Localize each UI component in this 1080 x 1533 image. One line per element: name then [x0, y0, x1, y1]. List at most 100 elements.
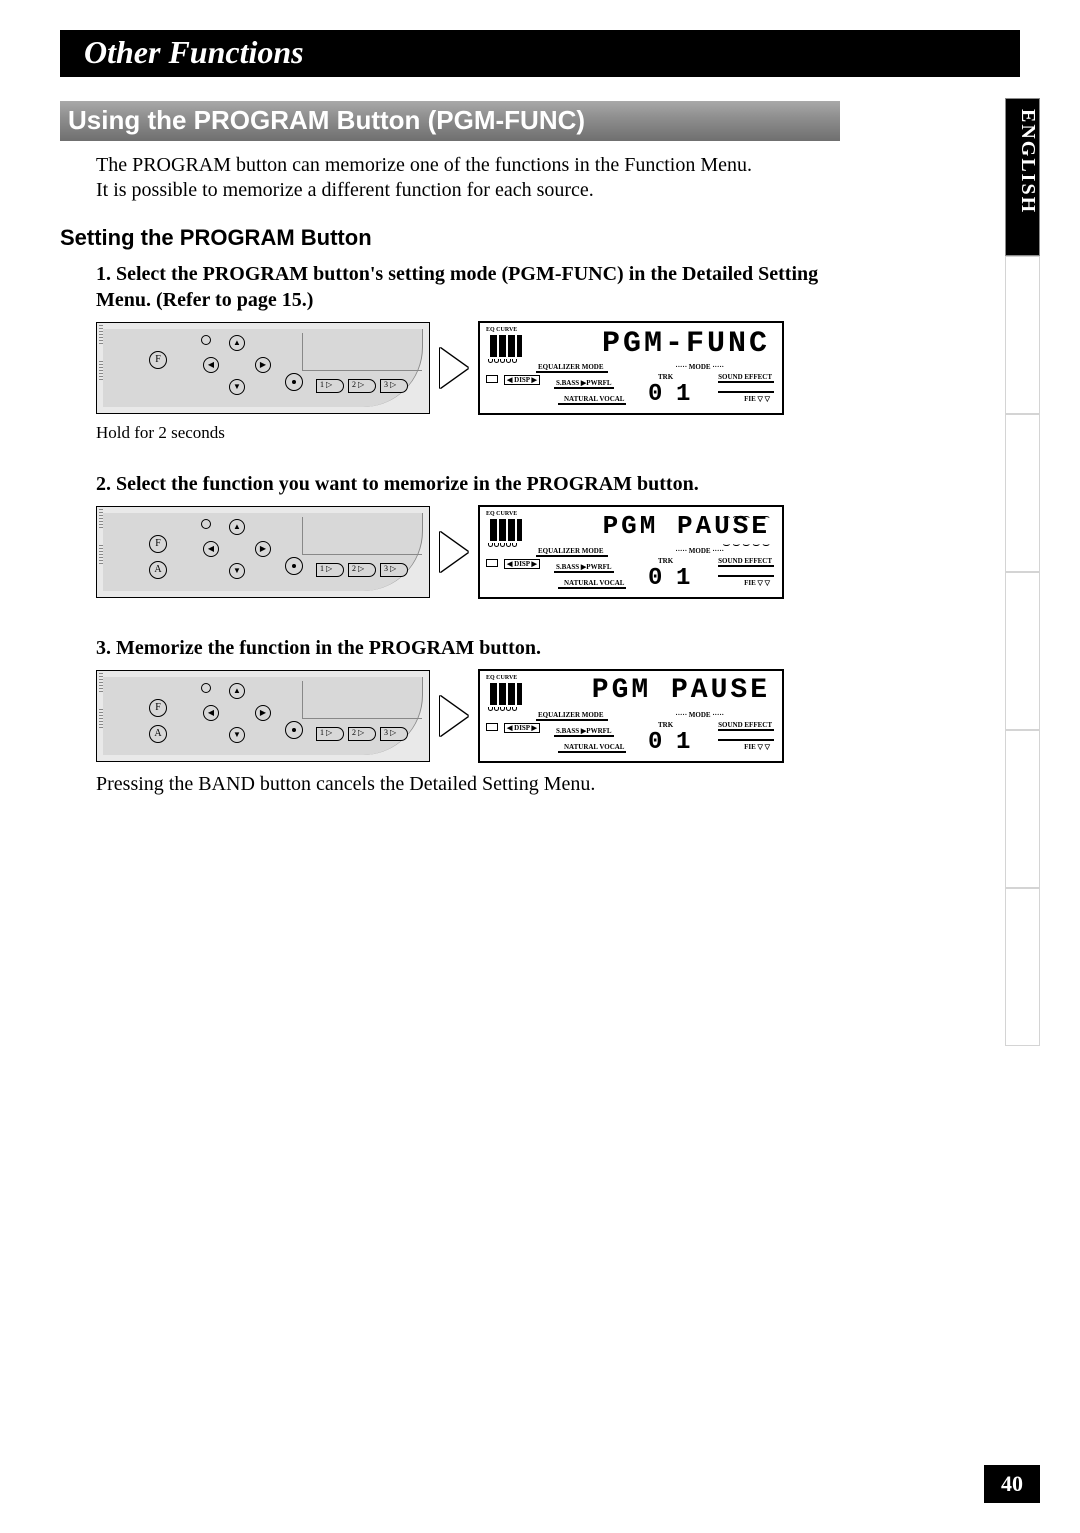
lcd-disp-icon: ◀ DISP ▶ — [504, 723, 540, 733]
dpad-down-icon: ▼ — [229, 727, 245, 743]
a-button-icon: A — [149, 561, 167, 579]
preset-buttons: 1 ▷ 2 ▷ 3 ▷ — [316, 727, 408, 741]
preset-buttons: 1 ▷ 2 ▷ 3 ▷ — [316, 379, 408, 393]
lcd-scallop-icon — [488, 359, 517, 363]
step-3: 3. Memorize the function in the PROGRAM … — [96, 635, 840, 661]
preset-3-icon: 3 ▷ — [380, 563, 408, 577]
lcd-natural-vocal: NATURAL VOCAL — [564, 743, 624, 751]
lcd-bars-icon — [490, 335, 522, 357]
dpad-icon: ▲ ▼ ◀ ▶ — [201, 683, 273, 743]
step-1-num: 1. — [96, 263, 111, 285]
lcd-eq-curve: EQ CURVE — [486, 327, 517, 333]
lcd-sbass: S.BASS ▶PWRFL — [556, 379, 612, 387]
dpad-icon: ▲ ▼ ◀ ▶ — [201, 335, 273, 395]
intro-line-1: The PROGRAM button can memorize one of t… — [96, 153, 840, 178]
blink-marks-bottom-icon: ⌣⌣⌣⌣⌣ — [723, 537, 772, 552]
language-tab-ghost — [1005, 256, 1040, 414]
preset-2-icon: 2 ▷ — [348, 379, 376, 393]
language-tab: ENGLISH — [1005, 98, 1040, 256]
step-2: 2. Select the function you want to memor… — [96, 471, 840, 497]
dpad-left-icon: ◀ — [203, 705, 219, 721]
dpad-center-icon — [201, 519, 211, 529]
language-tab-ghost — [1005, 730, 1040, 888]
preset-1-icon: 1 ▷ — [316, 379, 344, 393]
lcd-disp-icon: ◀ DISP ▶ — [504, 375, 540, 385]
lcd-scallop-icon — [488, 543, 517, 547]
faceplate-illustration: F A ▲ ▼ ◀ ▶ 1 ▷ 2 ▷ 3 ▷ — [96, 670, 430, 762]
preset-3-icon: 3 ▷ — [380, 727, 408, 741]
lcd-small-box-icon — [486, 375, 498, 383]
lcd-digit-2: 1 — [676, 565, 690, 592]
step-1: 1. Select the PROGRAM button's setting m… — [96, 261, 840, 313]
lcd-bars-icon — [490, 519, 522, 541]
lcd-digit-1: 0 — [648, 381, 662, 408]
dpad-up-icon: ▲ — [229, 519, 245, 535]
dpad-up-icon: ▲ — [229, 335, 245, 351]
dpad-down-icon: ▼ — [229, 379, 245, 395]
dpad-left-icon: ◀ — [203, 541, 219, 557]
preset-2-icon: 2 ▷ — [348, 727, 376, 741]
subsection-title: Setting the PROGRAM Button — [60, 225, 840, 251]
lcd-display: EQ CURVE PGM PAUSE EQUALIZER MODE ····· … — [478, 669, 784, 763]
lcd-eq-curve: EQ CURVE — [486, 511, 517, 517]
lcd-trk: TRK — [658, 721, 673, 729]
lcd-scallop-icon — [488, 707, 517, 711]
lcd-fie: FIE ▽ ▽ — [744, 395, 770, 403]
lcd-digit-1: 0 — [648, 729, 662, 756]
lcd-equalizer-mode: EQUALIZER MODE — [538, 547, 604, 555]
f-button-icon: F — [149, 699, 167, 717]
knob-icon — [285, 721, 303, 739]
lcd-small-box-icon — [486, 723, 498, 731]
intro-line-2: It is possible to memorize a different f… — [96, 178, 840, 203]
language-tab-ghost — [1005, 572, 1040, 730]
step-2-num: 2. — [96, 473, 111, 495]
lcd-digit-2: 1 — [676, 729, 690, 756]
intro-text: The PROGRAM button can memorize one of t… — [96, 153, 840, 203]
knob-icon — [285, 557, 303, 575]
dpad-down-icon: ▼ — [229, 563, 245, 579]
preset-buttons: 1 ▷ 2 ▷ 3 ▷ — [316, 563, 408, 577]
lcd-eq-curve: EQ CURVE — [486, 675, 517, 681]
dpad-right-icon: ▶ — [255, 705, 271, 721]
lcd-bars-icon — [490, 683, 522, 705]
step-1-figure: F ▲ ▼ ◀ ▶ 1 ▷ 2 ▷ 3 ▷ EQ CURVE — [96, 321, 840, 415]
f-button-icon: F — [149, 351, 167, 369]
lcd-trk: TRK — [658, 557, 673, 565]
lcd-main-text: PGM PAUSE — [592, 675, 770, 706]
section-title: Using the PROGRAM Button (PGM-FUNC) — [60, 101, 840, 141]
dpad-center-icon — [201, 335, 211, 345]
dpad-center-icon — [201, 683, 211, 693]
lcd-mode: ····· MODE ····· — [675, 363, 724, 371]
lcd-trk: TRK — [658, 373, 673, 381]
language-tab-ghost — [1005, 414, 1040, 572]
step-2-figure: F A ▲ ▼ ◀ ▶ 1 ▷ 2 ▷ 3 ▷ EQ CU — [96, 505, 840, 599]
step-3-text: Memorize the function in the PROGRAM but… — [116, 637, 541, 659]
lcd-equalizer-mode: EQUALIZER MODE — [538, 711, 604, 719]
dpad-up-icon: ▲ — [229, 683, 245, 699]
arrow-right-icon — [440, 348, 468, 388]
lcd-digit-1: 0 — [648, 565, 662, 592]
faceplate-illustration: F ▲ ▼ ◀ ▶ 1 ▷ 2 ▷ 3 ▷ — [96, 322, 430, 414]
step-3-num: 3. — [96, 637, 111, 659]
lcd-mode: ····· MODE ····· — [675, 547, 724, 555]
lcd-sound-effect: SOUND EFFECT — [718, 721, 772, 729]
lcd-natural-vocal: NATURAL VOCAL — [564, 395, 624, 403]
lcd-fie: FIE ▽ ▽ — [744, 579, 770, 587]
preset-3-icon: 3 ▷ — [380, 379, 408, 393]
step-3-figure: F A ▲ ▼ ◀ ▶ 1 ▷ 2 ▷ 3 ▷ EQ CU — [96, 669, 840, 763]
lcd-sbass: S.BASS ▶PWRFL — [556, 563, 612, 571]
preset-1-icon: 1 ▷ — [316, 727, 344, 741]
lcd-small-box-icon — [486, 559, 498, 567]
lcd-main-text: PGM-FUNC — [602, 327, 770, 361]
lcd-disp-icon: ◀ DISP ▶ — [504, 559, 540, 569]
lcd-digit-2: 1 — [676, 381, 690, 408]
a-button-icon: A — [149, 725, 167, 743]
lcd-sbass: S.BASS ▶PWRFL — [556, 727, 612, 735]
knob-icon — [285, 373, 303, 391]
dpad-right-icon: ▶ — [255, 357, 271, 373]
footer-note: Pressing the BAND button cancels the Det… — [96, 773, 840, 796]
lcd-sound-effect: SOUND EFFECT — [718, 373, 772, 381]
step-2-text: Select the function you want to memorize… — [116, 473, 699, 495]
page-number: 40 — [984, 1465, 1040, 1503]
step-1-caption: Hold for 2 seconds — [96, 423, 840, 443]
